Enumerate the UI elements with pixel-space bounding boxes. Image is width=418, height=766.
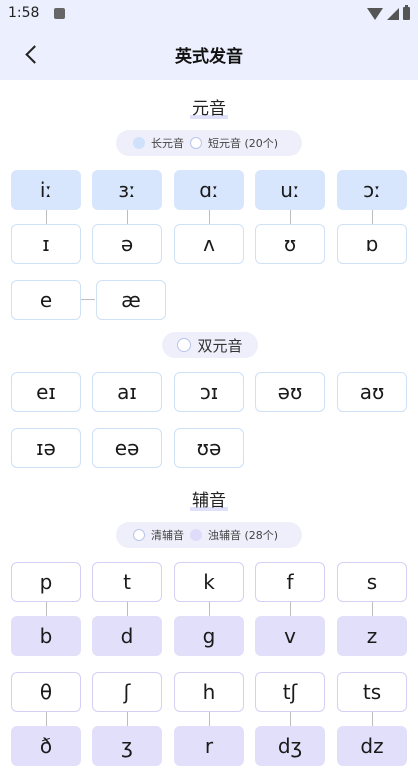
phoneme-key-voiceless[interactable]: ʃ (92, 672, 162, 712)
phoneme-key-short[interactable]: ʌ (174, 224, 244, 264)
connector-line (290, 210, 291, 224)
connector-line (127, 210, 128, 224)
short-vowel-label: 短元音 (20个) (208, 137, 279, 150)
phoneme-key-voiceless[interactable]: h (174, 672, 244, 712)
signal-icon (387, 7, 399, 20)
phoneme-key-short[interactable]: ɪ (11, 224, 81, 264)
connector-line (372, 712, 373, 726)
phoneme-key-short[interactable]: æ (96, 280, 166, 320)
connector-line (81, 299, 95, 300)
phoneme-key-diphthong[interactable]: eɪ (11, 372, 81, 412)
vowels-legend: 长元音 短元音 (20个) (116, 130, 302, 156)
long-vowel-dot-icon (133, 137, 145, 149)
phoneme-key-voiced[interactable]: ʒ (92, 726, 162, 766)
phoneme-key-short[interactable]: e (11, 280, 81, 320)
phoneme-key-long[interactable]: uː (255, 170, 325, 210)
phoneme-key-long[interactable]: ɜː (92, 170, 162, 210)
app-header: 英式发音 (0, 28, 418, 80)
connector-line (372, 602, 373, 616)
connector-line (46, 210, 47, 224)
phoneme-key-voiceless[interactable]: p (11, 562, 81, 602)
app-notification-icon (54, 8, 65, 19)
phoneme-key-voiceless[interactable]: k (174, 562, 244, 602)
connector-line (127, 712, 128, 726)
diphthong-label: 双元音 (162, 332, 258, 358)
voiceless-dot-icon (133, 529, 145, 541)
voiced-label: 浊辅音 (28个) (208, 529, 279, 542)
status-bar: 1:58 (0, 0, 418, 28)
connector-line (209, 210, 210, 224)
phoneme-key-short[interactable]: ʊ (255, 224, 325, 264)
phoneme-key-voiced[interactable]: r (174, 726, 244, 766)
diphthong-dot-icon (177, 338, 192, 352)
status-time: 1:58 (8, 5, 40, 21)
phoneme-key-long[interactable]: ɑː (174, 170, 244, 210)
connector-line (290, 712, 291, 726)
phoneme-key-diphthong[interactable]: aɪ (92, 372, 162, 412)
phoneme-key-diphthong[interactable]: eə (92, 428, 162, 468)
connector-line (372, 210, 373, 224)
phoneme-key-voiceless[interactable]: s (337, 562, 407, 602)
phoneme-key-long[interactable]: ɔː (337, 170, 407, 210)
phoneme-key-voiced[interactable]: g (174, 616, 244, 656)
phoneme-key-diphthong[interactable]: ɪə (11, 428, 81, 468)
connector-line (290, 602, 291, 616)
status-indicators (367, 5, 410, 20)
phoneme-key-voiced[interactable]: z (337, 616, 407, 656)
phoneme-key-voiced[interactable]: dz (337, 726, 407, 766)
phoneme-key-voiceless[interactable]: tʃ (255, 672, 325, 712)
phoneme-key-voiced[interactable]: dʒ (255, 726, 325, 766)
consonants-legend: 清辅音 浊辅音 (28个) (116, 522, 302, 548)
phoneme-key-voiceless[interactable]: t (92, 562, 162, 602)
phoneme-key-voiceless[interactable]: ts (337, 672, 407, 712)
page-title: 英式发音 (175, 47, 243, 67)
battery-icon (403, 5, 410, 20)
connector-line (127, 602, 128, 616)
phoneme-key-short[interactable]: ɒ (337, 224, 407, 264)
short-vowel-dot-icon (190, 137, 202, 149)
long-vowel-label: 长元音 (151, 137, 184, 150)
phoneme-key-short[interactable]: ə (92, 224, 162, 264)
phoneme-key-voiced[interactable]: ð (11, 726, 81, 766)
phoneme-key-voiced[interactable]: d (92, 616, 162, 656)
voiced-dot-icon (190, 529, 202, 541)
phoneme-key-voiced[interactable]: b (11, 616, 81, 656)
phoneme-key-diphthong[interactable]: ɔɪ (174, 372, 244, 412)
consonants-section-title: 辅音 (0, 486, 418, 511)
connector-line (46, 712, 47, 726)
phoneme-key-voiced[interactable]: v (255, 616, 325, 656)
phoneme-key-voiceless[interactable]: f (255, 562, 325, 602)
connector-line (209, 602, 210, 616)
phoneme-key-diphthong[interactable]: əʊ (255, 372, 325, 412)
voiceless-label: 清辅音 (151, 529, 184, 542)
phoneme-key-long[interactable]: iː (11, 170, 81, 210)
connector-line (46, 602, 47, 616)
wifi-icon (367, 7, 383, 20)
connector-line (209, 712, 210, 726)
phoneme-key-diphthong[interactable]: ʊə (174, 428, 244, 468)
vowels-section-title: 元音 (0, 94, 418, 119)
phoneme-key-voiceless[interactable]: θ (11, 672, 81, 712)
phoneme-key-diphthong[interactable]: aʊ (337, 372, 407, 412)
